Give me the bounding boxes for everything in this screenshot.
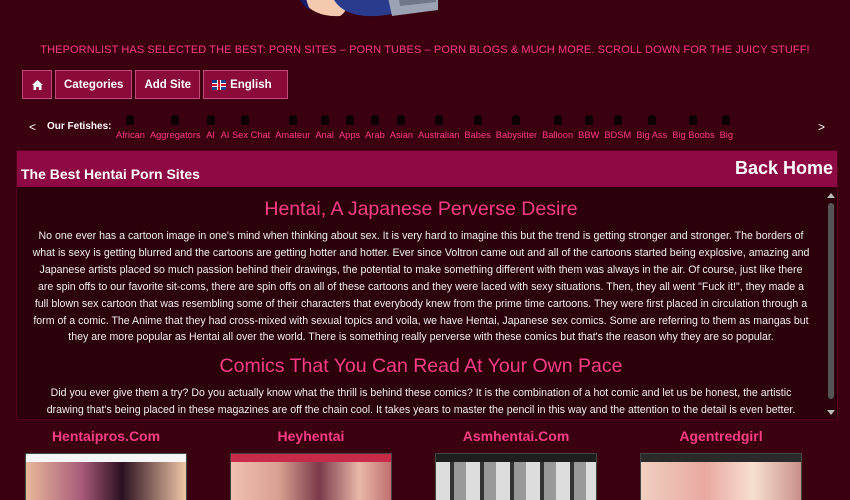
fetish-item[interactable]: AI [206, 112, 216, 140]
fetish-icon [434, 114, 444, 126]
fetish-icon [240, 114, 250, 126]
add-site-button[interactable]: Add Site [135, 70, 201, 99]
fetish-item[interactable]: Apps [339, 112, 360, 140]
fetish-label-text: AI [206, 130, 215, 140]
fetish-next-arrow-icon[interactable]: > [818, 120, 825, 134]
fetish-item[interactable]: Amateur [275, 112, 310, 140]
site-name[interactable]: Heyhentai [230, 428, 392, 444]
fetish-label-text: BDSM [604, 130, 632, 140]
site-thumbnail[interactable] [435, 453, 597, 500]
site-name[interactable]: Hentaipros.Com [25, 428, 187, 444]
fetish-icon [584, 114, 594, 126]
fetish-label-text: Australian [418, 130, 460, 140]
fetish-label-text: Aggregators [149, 130, 201, 140]
uk-flag-icon [212, 79, 227, 90]
site-thumbnail[interactable] [230, 453, 392, 500]
fetish-icon [647, 114, 657, 126]
fetish-label-text: Balloon [542, 130, 574, 140]
article-paragraph-1: No one ever has a cartoon image in one's… [32, 230, 810, 344]
fetish-item[interactable]: Big [720, 112, 733, 140]
categories-button[interactable]: Categories [55, 70, 133, 99]
fetish-item[interactable]: Arab [365, 112, 385, 140]
fetish-label-text: AI Sex Chat [220, 130, 271, 140]
fetish-icon [688, 114, 698, 126]
fetish-icon [473, 114, 483, 126]
fetish-label-text: Big Ass [636, 130, 668, 140]
fetish-label-text: BBW [578, 130, 600, 140]
fetish-item[interactable]: Anal [315, 112, 334, 140]
fetish-item[interactable]: Aggregators [150, 112, 201, 140]
tagline: THEPORNLIST HAS SELECTED THE BEST: PORN … [40, 44, 810, 56]
scroll-thumb[interactable] [828, 203, 834, 399]
fetish-icon [396, 114, 406, 126]
fetish-item[interactable]: Babes [464, 112, 491, 140]
article-content[interactable]: Hentai, A Japanese Perverse Desire No on… [17, 189, 825, 417]
logo-area [0, 0, 850, 40]
fetish-label-text: Big Boobs [672, 130, 715, 140]
fetish-item[interactable]: BBW [578, 112, 599, 140]
content-scrollbar[interactable] [825, 189, 837, 419]
site-card[interactable]: Heyhentai [230, 428, 392, 500]
home-button[interactable] [22, 70, 52, 99]
language-label: English [230, 78, 272, 91]
site-card[interactable]: Agentredgirl [640, 428, 802, 500]
fetish-prev-arrow-icon[interactable]: < [29, 120, 36, 134]
fetish-item[interactable]: Australian [418, 112, 459, 140]
main-panel: The Best Hentai Porn Sites Back Home Hen… [16, 150, 838, 420]
fetish-item[interactable]: Babysitter [496, 112, 537, 140]
site-list: Hentaipros.Com Heyhentai Asmhentai.Com A… [0, 428, 850, 500]
fetish-icon [288, 114, 298, 126]
fetish-icon [511, 114, 521, 126]
fetish-label-text: Apps [338, 130, 361, 140]
fetish-item[interactable]: AI Sex Chat [220, 112, 271, 140]
fetish-icon [721, 114, 731, 126]
article-heading-2: Comics That You Can Read At Your Own Pac… [219, 355, 623, 378]
fetish-label-text: Asian [389, 130, 414, 140]
fetish-label-text: Amateur [275, 130, 311, 140]
fetish-bar: < Our Fetishes: African Aggregators AI AI S… [0, 112, 850, 148]
fetish-icon [370, 114, 380, 126]
article-paragraph-2: Did you ever give them a try? Do you act… [46, 387, 796, 417]
fetish-list: African Aggregators AI AI Sex Chat Amateur An… [116, 112, 808, 148]
top-navigation: Categories Add Site English [22, 70, 288, 99]
fetish-item[interactable]: Big Boobs [672, 112, 715, 140]
scroll-down-arrow-icon[interactable] [827, 410, 835, 415]
fetish-item[interactable]: Balloon [542, 112, 573, 140]
site-name[interactable]: Asmhentai.Com [435, 428, 597, 444]
back-home-link[interactable]: Back Home [735, 158, 833, 179]
site-thumbnail[interactable] [25, 453, 187, 500]
panel-title: The Best Hentai Porn Sites [21, 166, 200, 182]
site-card[interactable]: Asmhentai.Com [435, 428, 597, 500]
fetish-icon [320, 114, 330, 126]
fetish-icon [553, 114, 563, 126]
fetish-label-text: Arab [365, 130, 385, 140]
fetish-label-text: Babysitter [495, 130, 538, 140]
fetish-label-text: Big [719, 130, 734, 140]
scroll-up-arrow-icon[interactable] [827, 193, 835, 198]
language-button[interactable]: English [203, 70, 288, 99]
fetish-label: Our Fetishes: [47, 121, 112, 132]
fetish-icon [613, 114, 623, 126]
site-logo[interactable] [288, 0, 438, 22]
home-icon [31, 79, 43, 90]
site-name[interactable]: Agentredgirl [640, 428, 802, 444]
fetish-icon [170, 114, 180, 126]
fetish-item[interactable]: Asian [390, 112, 413, 140]
fetish-label-text: Anal [315, 130, 334, 140]
panel-header: The Best Hentai Porn Sites Back Home [17, 151, 837, 187]
site-thumbnail[interactable] [640, 453, 802, 500]
site-card[interactable]: Hentaipros.Com [25, 428, 187, 500]
fetish-label-text: African [116, 130, 145, 140]
fetish-icon [345, 114, 355, 126]
fetish-label-text: Babes [464, 130, 491, 140]
fetish-icon [206, 114, 216, 126]
fetish-item[interactable]: African [116, 112, 145, 140]
fetish-item[interactable]: BDSM [604, 112, 631, 140]
fetish-icon [125, 114, 135, 126]
article-heading-1: Hentai, A Japanese Perverse Desire [264, 198, 578, 220]
fetish-item[interactable]: Big Ass [636, 112, 667, 140]
